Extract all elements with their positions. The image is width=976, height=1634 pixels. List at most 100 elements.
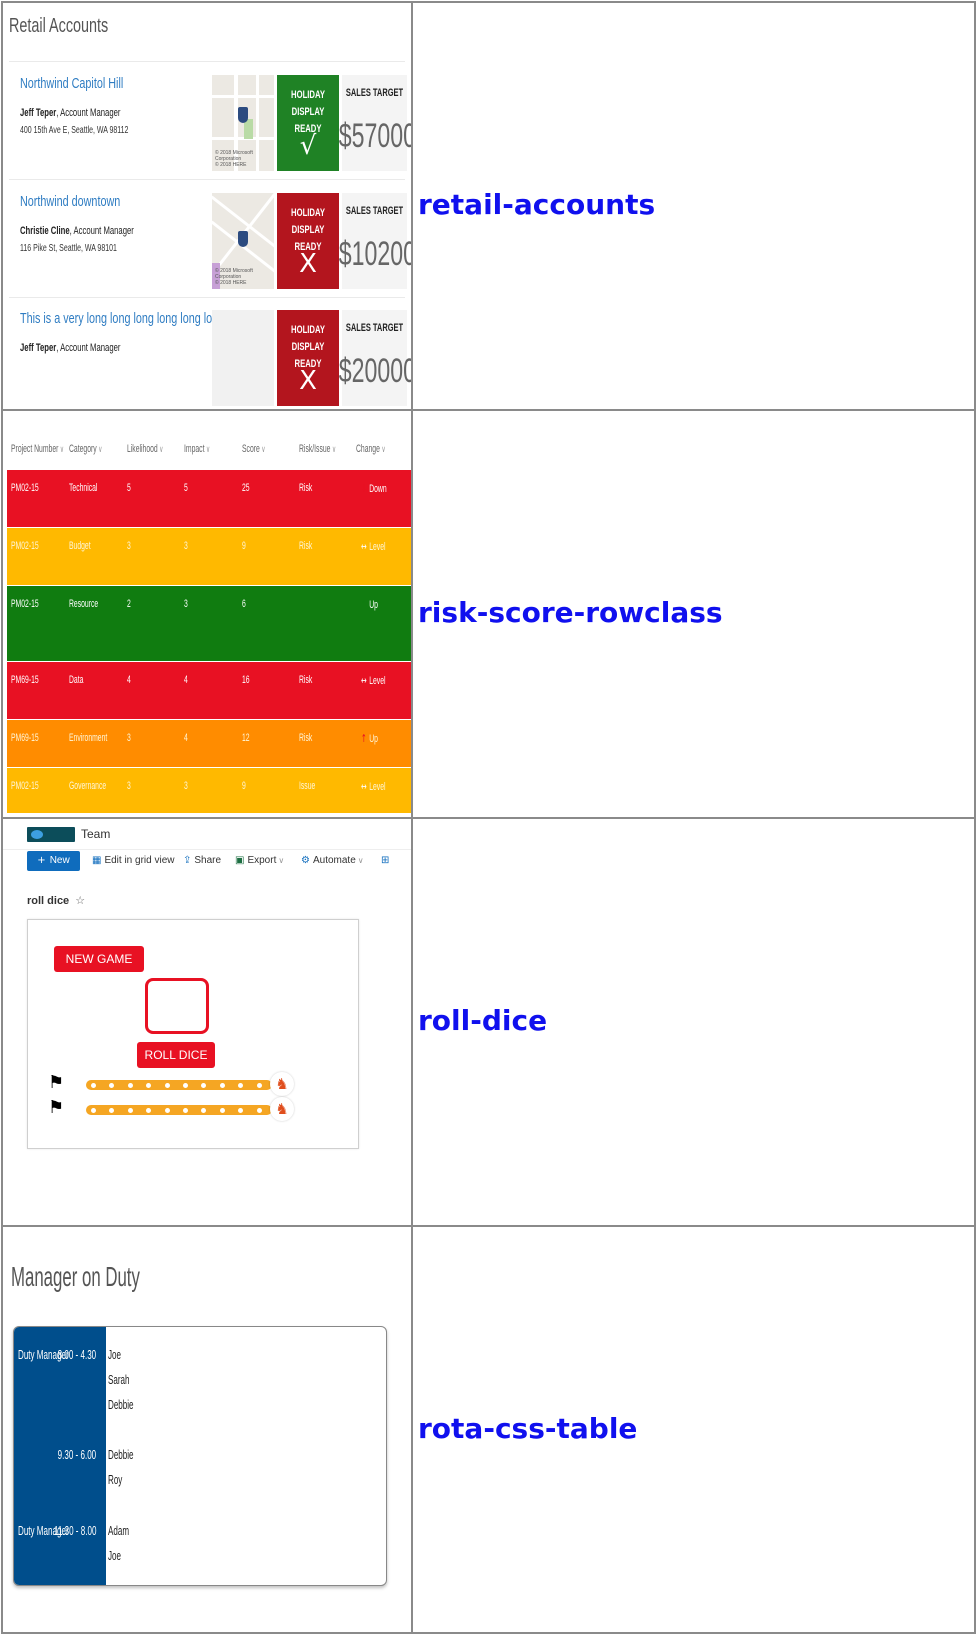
site-logo[interactable] — [27, 827, 75, 842]
account-name-link[interactable]: Northwind Capitol Hill — [20, 75, 123, 92]
track-step — [127, 1108, 133, 1113]
table-row[interactable]: PM69-15 Environment 3 4 12 Risk ↑ Up — [7, 720, 411, 767]
rota-time: 9.30 - 6.00 — [57, 1447, 96, 1462]
dice-face[interactable] — [145, 978, 209, 1034]
sample-link-roll-dice[interactable]: roll-dice — [418, 1004, 547, 1037]
change-arrow-icon: ↑ — [361, 598, 367, 611]
rota-person: Roy — [108, 1472, 123, 1487]
track-step — [146, 1108, 152, 1113]
account-manager: Jeff Teper, Account Manager — [20, 342, 120, 354]
table-cell: PM02-15 — [11, 780, 39, 792]
track-step — [201, 1083, 207, 1088]
column-header[interactable]: Likelihood ∨ — [127, 443, 163, 455]
excel-icon: ▣ — [235, 855, 245, 866]
track-step — [164, 1108, 170, 1113]
star-icon[interactable]: ☆ — [75, 894, 85, 907]
more-views-button[interactable]: ⊞ — [381, 855, 392, 866]
preview-cell-rota: Manager on Duty Duty Manager 8.00 - 4.30 J… — [1, 1225, 413, 1634]
export-button[interactable]: ▣ Export ∨ — [235, 855, 284, 866]
runner-icon[interactable]: ♞ — [270, 1072, 294, 1096]
table-cell: 3 — [127, 780, 131, 792]
sales-target-label: SALES TARGET — [345, 87, 404, 99]
link-cell: rota-css-table — [411, 1225, 976, 1634]
map-pin-icon — [238, 107, 248, 123]
manager-name: Christie Cline — [20, 225, 70, 237]
holiday-display-status: HOLIDAY DISPLAY READY X — [277, 310, 339, 406]
table-row[interactable]: PM02-15 Resource 2 3 6 ↑ Up — [7, 586, 411, 661]
change-cell: ↑ Up — [361, 598, 378, 611]
table-cell: Risk — [299, 482, 313, 494]
account-item: Northwind downtown Christie Cline, Accou… — [9, 185, 411, 295]
track-step — [219, 1108, 225, 1113]
link-cell: risk-score-rowclass — [411, 409, 976, 819]
link-cell: roll-dice — [411, 817, 976, 1227]
rota-person: Joe — [108, 1548, 122, 1563]
edit-grid-button[interactable]: ▦ Edit in grid view — [92, 855, 174, 866]
change-label: Down — [369, 483, 387, 495]
checkered-flag-icon: ⚑ — [48, 1097, 65, 1118]
manager-name: Jeff Teper — [20, 107, 57, 119]
location-map: © 2018 Microsoft Corporation © 2018 HERE — [212, 193, 274, 289]
table-cell: 5 — [127, 482, 131, 494]
roll-dice-button[interactable]: ROLL DICE — [137, 1042, 215, 1068]
sample-link-risk-score-rowclass[interactable]: risk-score-rowclass — [418, 596, 723, 629]
sales-target-label: SALES TARGET — [345, 205, 404, 217]
column-header-label: Risk/Issue — [299, 443, 331, 455]
sample-link-rota-css-table[interactable]: rota-css-table — [418, 1412, 637, 1445]
share-label: Share — [194, 855, 222, 866]
track-step — [91, 1083, 96, 1088]
column-header-label: Likelihood — [127, 443, 158, 455]
sample-link-retail-accounts[interactable]: retail-accounts — [418, 188, 655, 221]
runner-icon[interactable]: ♞ — [270, 1097, 294, 1121]
link-cell: retail-accounts — [411, 1, 976, 411]
column-header[interactable]: Category ∨ — [69, 443, 102, 455]
new-button[interactable]: + New — [27, 851, 80, 871]
share-button[interactable]: ⇪ Share — [183, 855, 221, 866]
page-title-text: roll dice — [27, 895, 70, 907]
chevron-down-icon: ∨ — [278, 856, 285, 865]
table-row[interactable]: PM02-15 Governance 3 3 9 Issue ↔ Level — [7, 768, 411, 813]
table-cell: 3 — [184, 598, 188, 610]
table-cell: 5 — [184, 482, 188, 494]
new-game-button[interactable]: NEW GAME — [54, 946, 144, 972]
column-header[interactable]: Impact ∨ — [184, 443, 210, 455]
table-cell: PM69-15 — [11, 732, 39, 744]
table-cell: PM69-15 — [11, 674, 39, 686]
column-header[interactable]: Project Number ∨ — [11, 443, 64, 455]
new-label: New — [49, 855, 70, 866]
change-cell: ↔ Level — [361, 540, 385, 553]
holiday-display-status: HOLIDAY DISPLAY READY √ — [277, 75, 339, 171]
column-header[interactable]: Change ∨ — [356, 443, 386, 455]
table-cell: Technical — [69, 482, 98, 494]
table-row[interactable]: PM02-15 Budget 3 3 9 Risk ↔ Level — [7, 528, 411, 585]
table-cell: Data — [69, 674, 84, 686]
table-row[interactable]: PM02-15 Technical 5 5 25 Risk ↓ Down — [7, 470, 411, 527]
chevron-down-icon: ∨ — [157, 444, 164, 454]
chevron-down-icon: ∨ — [58, 444, 65, 454]
column-header[interactable]: Risk/Issue ∨ — [299, 443, 336, 455]
rota-person: Joe — [108, 1347, 122, 1362]
rota-person: Adam — [108, 1523, 130, 1538]
change-label: Up — [369, 733, 378, 745]
table-cell: Resource — [69, 598, 99, 610]
location-map: © 2018 Microsoft Corporation © 2018 HERE — [212, 75, 274, 171]
map-copyright: © 2018 Microsoft Corporation © 2018 HERE — [215, 150, 253, 168]
preview-cell-retail-accounts: Retail Accounts Northwind Capitol Hill J… — [1, 1, 413, 411]
chevron-down-icon: ∨ — [379, 444, 386, 454]
column-header[interactable]: Score ∨ — [242, 443, 265, 455]
map-copyright: © 2018 Microsoft Corporation © 2018 HERE — [215, 268, 253, 286]
sales-target: SALES TARGET $20000 — [339, 310, 411, 406]
table-cell: PM02-15 — [11, 482, 39, 494]
edit-grid-label: Edit in grid view — [104, 855, 175, 866]
table-cell: 25 — [242, 482, 250, 494]
sales-target: SALES TARGET $57000 — [339, 75, 411, 171]
manager-role: , Account Manager — [56, 107, 121, 119]
automate-button[interactable]: ⚙ Automate ∨ — [301, 855, 364, 866]
table-row[interactable]: PM69-15 Data 4 4 16 Risk ↔ Level — [7, 662, 411, 719]
account-name-link[interactable]: Northwind downtown — [20, 193, 120, 210]
track-step — [238, 1083, 244, 1088]
divider — [9, 297, 405, 298]
table-cell: 3 — [127, 732, 131, 744]
sales-target-value: $102000 — [338, 235, 411, 273]
site-name[interactable]: Team — [81, 827, 110, 841]
